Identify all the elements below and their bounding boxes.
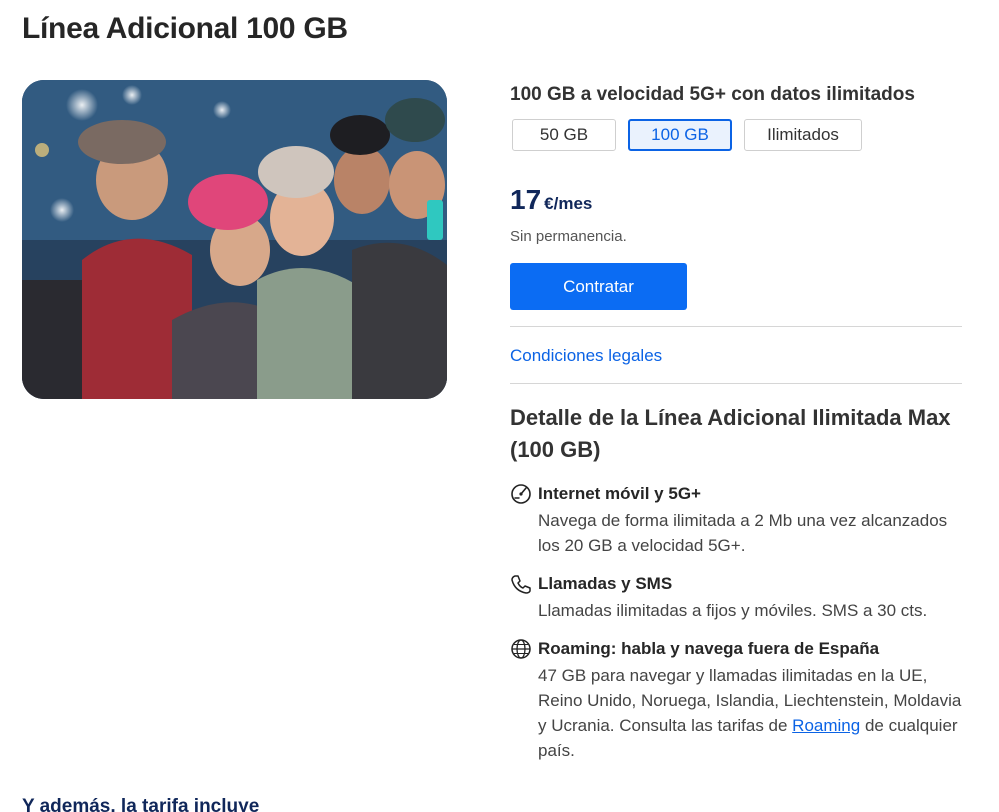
- divider: [510, 383, 962, 384]
- feature-description: Navega de forma ilimitada a 2 Mb una vez…: [538, 511, 948, 555]
- roaming-link[interactable]: Roaming: [792, 716, 860, 735]
- hero-photo-friends-selfie: [22, 80, 447, 399]
- price: 17 €/mes: [510, 184, 592, 216]
- hero-photo-illustration: [22, 80, 447, 399]
- price-amount: 17: [510, 184, 542, 215]
- legal-conditions-link[interactable]: Condiciones legales: [510, 346, 662, 366]
- phone-icon: [511, 575, 531, 594]
- globe-icon: [511, 639, 531, 659]
- feature-description: 47 GB para navegar y llamadas ilimitadas…: [538, 663, 966, 763]
- data-option-selector: 50 GB 100 GB Ilimitados: [512, 119, 862, 151]
- detail-title: Detalle de la Línea Adicional Ilimitada …: [510, 405, 951, 462]
- page-title: Línea Adicional 100 GB: [22, 12, 348, 45]
- divider: [510, 326, 962, 327]
- price-unit: €/mes: [544, 194, 593, 213]
- feature-title: Roaming: habla y navega fuera de España: [538, 639, 880, 658]
- feature-description: Llamadas ilimitadas a fijos y móviles. S…: [538, 601, 928, 620]
- speedometer-icon: [511, 484, 531, 504]
- feature-title: Internet móvil y 5G+: [538, 484, 701, 503]
- contratar-button[interactable]: Contratar: [510, 263, 687, 310]
- option-ilimitados[interactable]: Ilimitados: [744, 119, 862, 151]
- feature-title: Llamadas y SMS: [538, 574, 673, 593]
- option-100gb-selected[interactable]: 100 GB: [628, 119, 732, 151]
- option-50gb[interactable]: 50 GB: [512, 119, 616, 151]
- permanence-note: Sin permanencia.: [510, 228, 627, 245]
- plan-speed-title: 100 GB a velocidad 5G+ con datos ilimita…: [510, 84, 915, 105]
- includes-heading: Y además, la tarifa incluye: [22, 796, 260, 812]
